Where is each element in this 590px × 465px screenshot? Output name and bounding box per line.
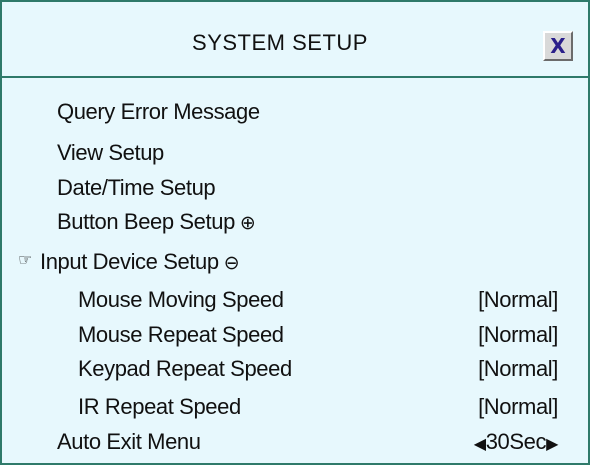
setting-label: IR Repeat Speed	[78, 394, 241, 419]
setting-value: [Normal]	[478, 322, 558, 347]
circle-minus-icon: ⊖	[223, 252, 240, 274]
menu-item-label: View Setup	[57, 140, 164, 165]
close-button[interactable]: X	[543, 31, 573, 61]
arrow-right-icon[interactable]: ▶	[546, 434, 558, 453]
menu-item-query-error-message[interactable]: Query Error Message	[2, 95, 588, 129]
dialog-title: SYSTEM SETUP	[192, 30, 368, 55]
close-icon: X	[550, 34, 566, 58]
menu-item-button-beep-setup[interactable]: Button Beep Setup ⊕	[2, 205, 588, 239]
setting-value: 30Sec	[485, 429, 547, 454]
title-bar: SYSTEM SETUP X	[2, 2, 588, 78]
setting-ir-repeat-speed[interactable]: IR Repeat Speed [Normal]	[2, 390, 588, 424]
setting-label: Mouse Moving Speed	[78, 287, 284, 312]
setting-label: Mouse Repeat Speed	[78, 322, 284, 347]
setting-auto-exit-menu[interactable]: Auto Exit Menu ◀30Sec▶	[2, 425, 588, 459]
setting-value: [Normal]	[478, 394, 558, 419]
setting-value: [Normal]	[478, 356, 558, 381]
setting-keypad-repeat-speed[interactable]: Keypad Repeat Speed [Normal]	[2, 352, 588, 386]
menu-item-label: Input Device Setup	[40, 249, 219, 274]
menu-item-label: Date/Time Setup	[57, 175, 216, 200]
menu-item-label: Query Error Message	[57, 99, 260, 124]
menu-item-label: Button Beep Setup	[57, 209, 235, 234]
system-setup-dialog: SYSTEM SETUP X Query Error Message View …	[0, 0, 590, 465]
arrow-left-icon[interactable]: ◀	[474, 434, 486, 453]
hand-pointer-icon: ☞	[18, 250, 32, 269]
menu-item-view-setup[interactable]: View Setup	[2, 136, 588, 170]
setting-label: Keypad Repeat Speed	[78, 356, 292, 381]
menu-item-input-device-setup[interactable]: ☞ Input Device Setup ⊖	[2, 245, 588, 279]
setting-value: [Normal]	[478, 287, 558, 312]
menu-item-date-time-setup[interactable]: Date/Time Setup	[2, 171, 588, 205]
setting-mouse-moving-speed[interactable]: Mouse Moving Speed [Normal]	[2, 283, 588, 317]
circle-plus-icon: ⊕	[239, 212, 256, 234]
setting-mouse-repeat-speed[interactable]: Mouse Repeat Speed [Normal]	[2, 318, 588, 352]
setting-label: Auto Exit Menu	[57, 429, 201, 454]
